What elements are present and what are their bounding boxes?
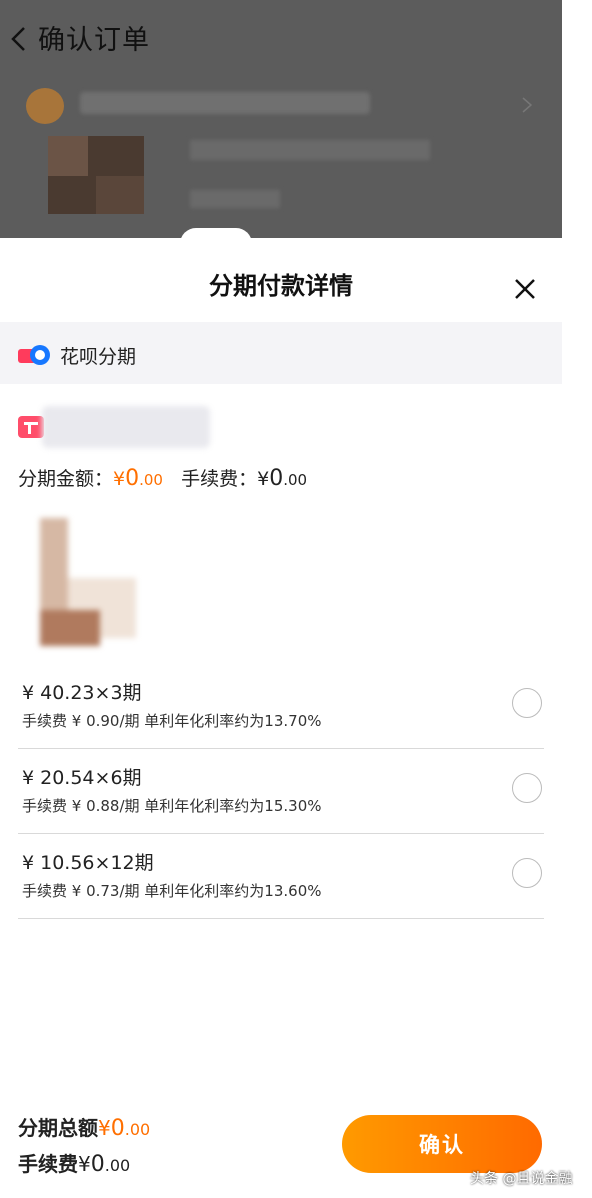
fee-int: 0 bbox=[269, 466, 284, 491]
plan-radio[interactable] bbox=[512, 773, 542, 803]
chevron-right-icon bbox=[522, 97, 533, 113]
fee-value: ¥0.00 bbox=[257, 466, 308, 491]
confirm-button[interactable]: 确认 bbox=[342, 1115, 542, 1173]
footer-fee-int: 0 bbox=[90, 1152, 105, 1177]
page-title: 确认订单 bbox=[38, 25, 150, 56]
footer-total: 分期总额¥0.00 bbox=[18, 1112, 150, 1141]
huabei-logo-icon bbox=[18, 345, 50, 365]
plan-radio[interactable] bbox=[512, 858, 542, 888]
close-icon[interactable] bbox=[512, 276, 538, 302]
total-dec: .00 bbox=[124, 1120, 151, 1139]
footer-fee-value: ¥0.00 bbox=[78, 1152, 131, 1177]
installment-sheet: 分期付款详情 花呗分期 分期金额：¥0.00 手续费：¥0.00 ¥ 40.23… bbox=[0, 238, 572, 1198]
amount-summary: 分期金额：¥0.00 手续费：¥0.00 bbox=[18, 464, 307, 491]
sheet-title: 分期付款详情 bbox=[209, 272, 353, 300]
amount-dec: .00 bbox=[139, 471, 163, 489]
fee-dec: .00 bbox=[283, 471, 308, 489]
footer-fee-dec: .00 bbox=[104, 1156, 131, 1175]
watermark: 头条 @且说金融 bbox=[470, 1171, 573, 1187]
background-page: 确认订单 bbox=[0, 0, 562, 238]
fee-label: 手续费： bbox=[181, 468, 258, 490]
product-title-blurred bbox=[190, 140, 430, 160]
installment-plan-list: ¥ 40.23×3期 手续费 ¥ 0.90/期 单利年化利率约为13.70% ¥… bbox=[18, 664, 544, 919]
store-name-blurred bbox=[80, 92, 370, 114]
product-price-blurred bbox=[190, 190, 280, 208]
total-label: 分期总额 bbox=[18, 1116, 98, 1140]
footer-fee: 手续费¥0.00 bbox=[18, 1148, 130, 1177]
footer-fee-currency: ¥ bbox=[78, 1152, 91, 1176]
total-value: ¥0.00 bbox=[98, 1116, 151, 1141]
amount-label: 分期金额： bbox=[18, 468, 114, 490]
thumb-block bbox=[40, 610, 100, 646]
total-currency: ¥ bbox=[98, 1116, 111, 1140]
product-thumbnail-blurred bbox=[40, 518, 136, 646]
installment-plan-option[interactable]: ¥ 20.54×6期 手续费 ¥ 0.88/期 单利年化利率约为15.30% bbox=[18, 749, 544, 834]
plan-radio[interactable] bbox=[512, 688, 542, 718]
plan-fee-detail: 手续费 ¥ 0.90/期 单利年化利率约为13.70% bbox=[22, 712, 322, 730]
plan-amount: ¥ 20.54×6期 bbox=[22, 767, 142, 789]
footer-fee-label: 手续费 bbox=[18, 1152, 78, 1176]
amount-int: 0 bbox=[125, 466, 140, 491]
card-name-blurred bbox=[42, 406, 210, 448]
payment-method-bar: 花呗分期 bbox=[0, 322, 562, 384]
amount-currency: ¥ bbox=[113, 468, 126, 490]
fee-currency: ¥ bbox=[257, 468, 270, 490]
total-int: 0 bbox=[110, 1116, 125, 1141]
plan-fee-detail: 手续费 ¥ 0.73/期 单利年化利率约为13.60% bbox=[22, 882, 322, 900]
product-image-block bbox=[48, 136, 88, 176]
sheet-handle bbox=[180, 228, 252, 244]
plan-amount: ¥ 10.56×12期 bbox=[22, 852, 154, 874]
back-arrow-icon[interactable] bbox=[6, 24, 32, 54]
amount-value: ¥0.00 bbox=[113, 466, 163, 491]
installment-plan-option[interactable]: ¥ 10.56×12期 手续费 ¥ 0.73/期 单利年化利率约为13.60% bbox=[18, 834, 544, 919]
edge-strip bbox=[562, 0, 592, 238]
plan-amount: ¥ 40.23×3期 bbox=[22, 682, 142, 704]
payment-method-label: 花呗分期 bbox=[60, 346, 137, 368]
product-image-block bbox=[96, 176, 144, 214]
card-badge-icon bbox=[18, 416, 44, 438]
store-avatar bbox=[26, 88, 64, 124]
plan-fee-detail: 手续费 ¥ 0.88/期 单利年化利率约为15.30% bbox=[22, 797, 322, 815]
installment-plan-option[interactable]: ¥ 40.23×3期 手续费 ¥ 0.90/期 单利年化利率约为13.70% bbox=[18, 664, 544, 749]
